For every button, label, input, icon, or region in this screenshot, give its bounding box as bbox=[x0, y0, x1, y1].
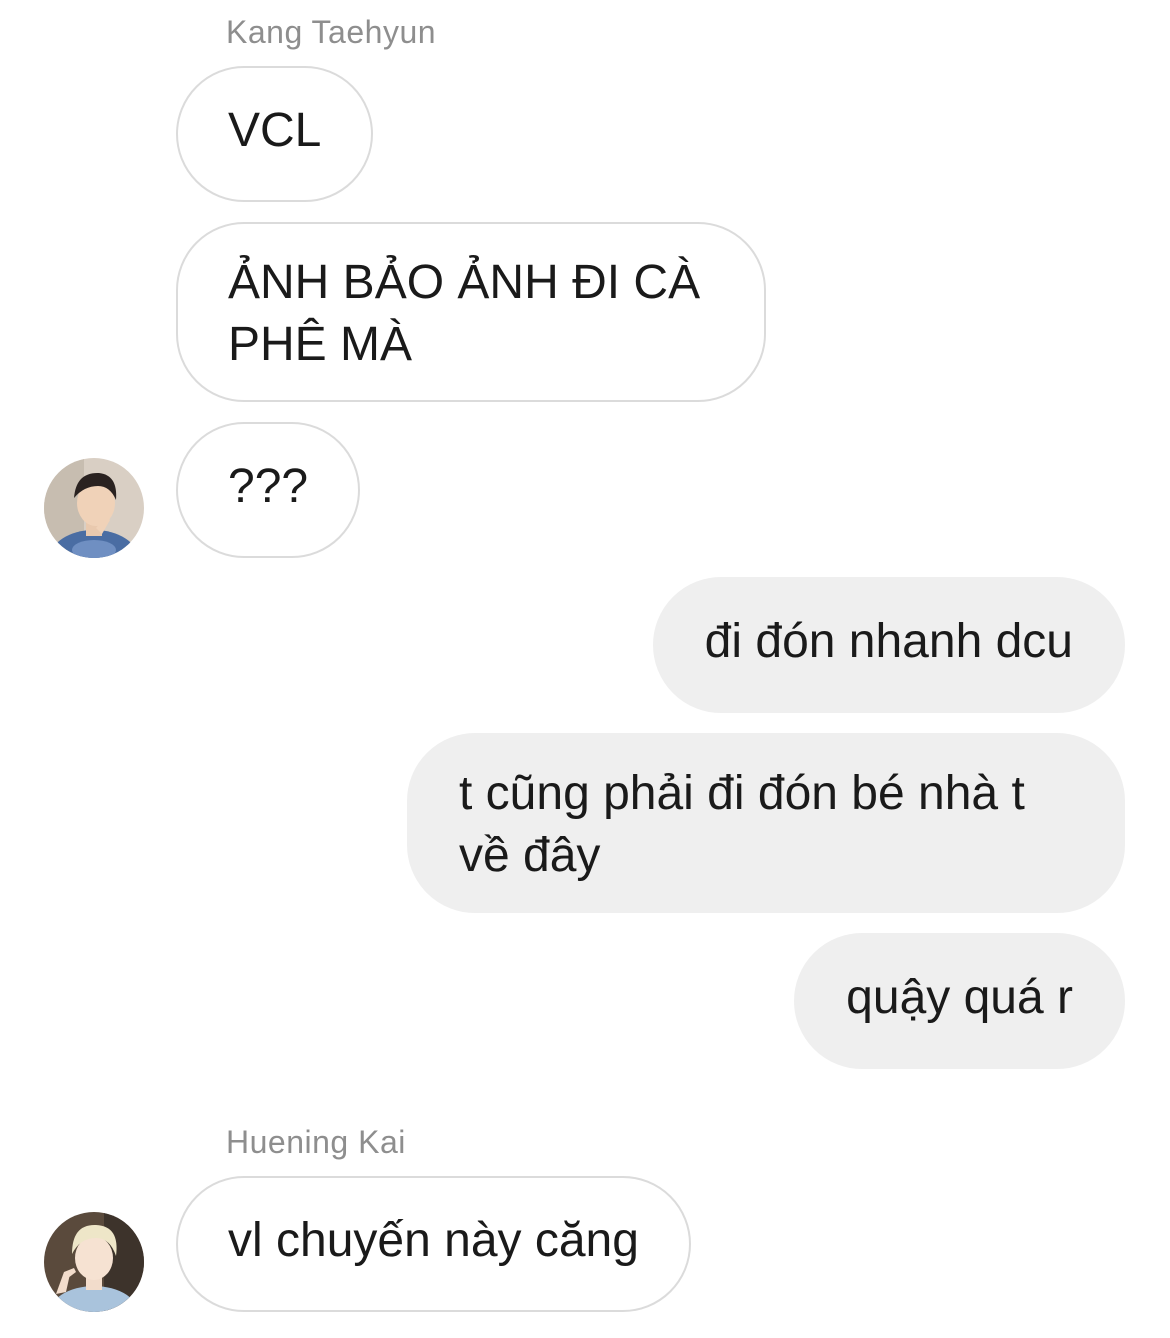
message-bubble-incoming[interactable]: ??? bbox=[176, 422, 361, 558]
message-text: ẢNH BẢO ẢNH ĐI CÀ PHÊ MÀ bbox=[228, 256, 701, 371]
message-text: đi đón nhanh dcu bbox=[704, 615, 1073, 668]
message-bubble-outgoing[interactable]: quậy quá r bbox=[794, 933, 1125, 1069]
message-text: vl chuyến này căng bbox=[228, 1214, 639, 1267]
message-text: VCL bbox=[228, 104, 322, 157]
message-text: t cũng phải đi đón bé nhà t về đây bbox=[459, 767, 1025, 882]
profile-photo-avatar-icon bbox=[44, 1212, 144, 1312]
avatar-huening-kai[interactable] bbox=[44, 1212, 144, 1312]
profile-photo-avatar-icon bbox=[44, 458, 144, 558]
message-bubble-incoming[interactable]: VCL bbox=[176, 66, 374, 202]
message-bubble-incoming[interactable]: ẢNH BẢO ẢNH ĐI CÀ PHÊ MÀ bbox=[176, 222, 766, 402]
message-text: quậy quá r bbox=[846, 971, 1073, 1024]
message-text: ??? bbox=[228, 460, 309, 513]
message-bubble-outgoing[interactable]: t cũng phải đi đón bé nhà t về đây bbox=[407, 733, 1125, 913]
message-bubble-incoming[interactable]: vl chuyến này căng bbox=[176, 1176, 691, 1312]
message-bubble-outgoing[interactable]: đi đón nhanh dcu bbox=[652, 577, 1125, 713]
sender-name-kang-taehyun: Kang Taehyun bbox=[226, 14, 437, 50]
avatar-kang-taehyun[interactable] bbox=[44, 458, 144, 558]
sender-name-huening-kai: Huening Kai bbox=[226, 1124, 406, 1160]
